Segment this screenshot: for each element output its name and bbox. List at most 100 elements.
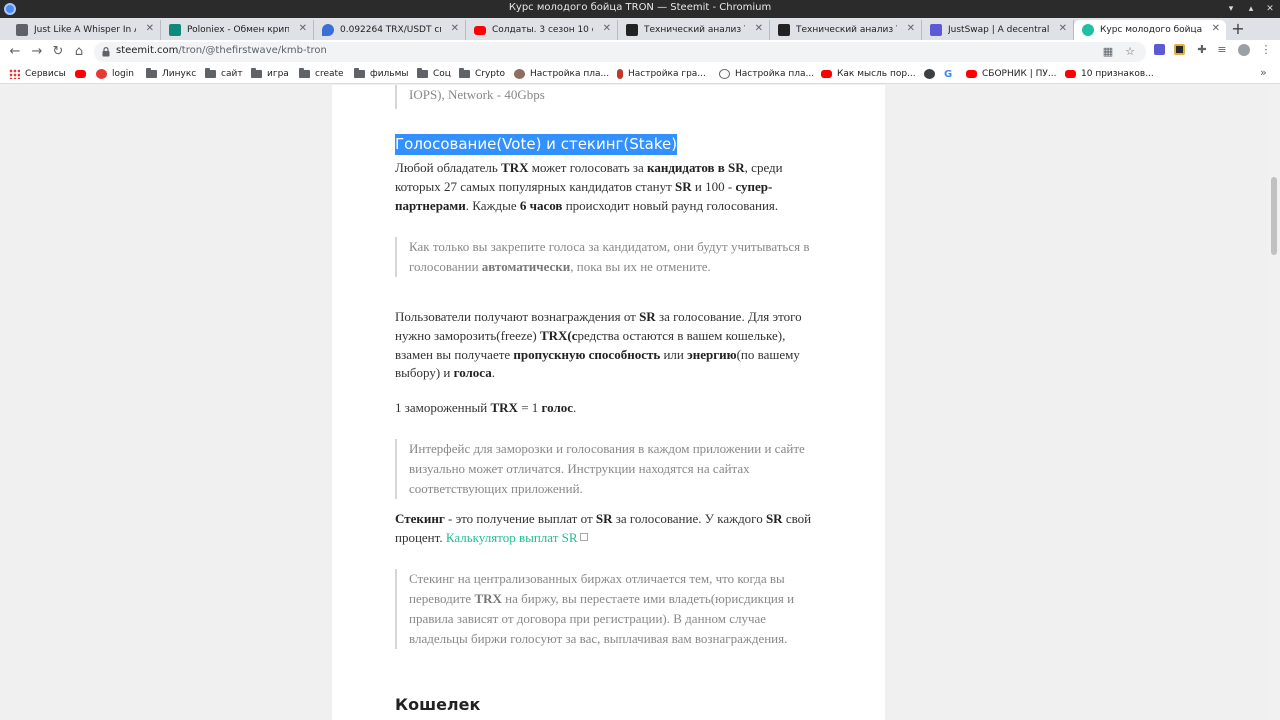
page-viewport: IOPS), Network - 40Gbps Голосование(Vote… xyxy=(0,85,1280,720)
sr-calculator-link[interactable]: Калькулятор выплат SR xyxy=(446,530,578,545)
bookmark-folder-soc[interactable]: Соц xyxy=(417,67,451,81)
bookmark-folder-films[interactable]: фильмы xyxy=(354,67,409,81)
tab-label: Just Like A Whisper In A N xyxy=(34,25,136,35)
tradingview-icon xyxy=(626,24,638,36)
tab-close-icon[interactable]: ✕ xyxy=(451,23,459,34)
tab-3[interactable]: 0.092264 TRX/USDT спот ✕ xyxy=(314,20,466,40)
youtube-icon xyxy=(966,70,977,78)
bookmark-login[interactable]: login xyxy=(96,67,134,81)
tab-close-icon[interactable]: ✕ xyxy=(603,23,611,34)
bookmark-youtube-4[interactable]: 10 признаков... xyxy=(1065,67,1154,81)
bookmark-settings-2[interactable]: Настройка гра... xyxy=(617,67,706,81)
tab-6[interactable]: Технический анализ TRO ✕ xyxy=(770,20,922,40)
bookmarks-bar: Сервисы login Линукс сайт игра create фи… xyxy=(0,64,1280,84)
tab-8-active[interactable]: Курс молодого бойца TR ✕ xyxy=(1074,20,1226,40)
tab-close-icon[interactable]: ✕ xyxy=(146,23,154,34)
tab-4[interactable]: Солдаты. 3 сезон 10 сер ✕ xyxy=(466,20,618,40)
bookmark-label: Настройка гра... xyxy=(628,69,706,79)
fragment-text: IOPS), Network - 40Gbps xyxy=(409,87,545,102)
steemit-icon xyxy=(1082,24,1094,36)
folder-icon xyxy=(251,68,262,78)
tab-label: Технический анализ TRO xyxy=(796,25,897,35)
maximize-icon[interactable]: ▴ xyxy=(1244,2,1258,16)
bookmark-youtube-2[interactable]: Как мысль пор... xyxy=(821,67,916,81)
tab-1[interactable]: Just Like A Whisper In A N ✕ xyxy=(8,20,161,40)
forward-arrow-icon[interactable]: → xyxy=(29,44,45,60)
bookmark-star-icon[interactable]: ☆ xyxy=(1124,46,1136,58)
figure-icon xyxy=(617,69,623,79)
extension-icon-1[interactable] xyxy=(1154,44,1166,56)
extensions-puzzle-icon[interactable]: ✚ xyxy=(1196,44,1208,56)
qr-code-icon[interactable]: ▦ xyxy=(1102,46,1114,58)
address-bar[interactable]: steemit.com/tron/@thefirstwave/kmb-tron … xyxy=(94,42,1146,62)
back-arrow-icon[interactable]: ← xyxy=(7,44,23,60)
m-icon xyxy=(96,69,107,79)
new-tab-button[interactable]: + xyxy=(1230,21,1246,37)
url-path: /tron/@thefirstwave/kmb-tron xyxy=(178,45,327,56)
section-heading-vote-stake: Голосование(Vote) и стекинг(Stake) xyxy=(395,134,678,155)
tab-2[interactable]: Poloniex - Обмен крипто ✕ xyxy=(161,20,314,40)
tab-favicon-icon xyxy=(322,24,334,36)
browser-toolbar: ← → ↻ ⌂ steemit.com/tron/@thefirstwave/k… xyxy=(0,40,1280,64)
bookmark-label: login xyxy=(112,69,134,79)
profile-avatar-icon[interactable] xyxy=(1238,44,1250,56)
menu-kebab-icon[interactable]: ⋮ xyxy=(1260,44,1272,56)
bookmark-folder-crypto[interactable]: Crypto xyxy=(459,67,505,81)
extension-icon-2[interactable] xyxy=(1174,44,1186,56)
bookmark-google[interactable]: G xyxy=(944,67,952,81)
bookmark-folder-create[interactable]: create xyxy=(299,67,344,81)
tab-label: Технический анализ TRO xyxy=(644,25,745,35)
scrollbar-thumb[interactable] xyxy=(1271,177,1277,255)
tab-strip: Just Like A Whisper In A N ✕ Poloniex - … xyxy=(0,18,1280,40)
playlist-icon[interactable]: ≡ xyxy=(1216,44,1228,56)
minimize-icon[interactable]: ▾ xyxy=(1224,2,1238,16)
bookmark-folder-game[interactable]: игра xyxy=(251,67,289,81)
tab-close-icon[interactable]: ✕ xyxy=(907,23,915,34)
article-body: IOPS), Network - 40Gbps Голосование(Vote… xyxy=(332,85,885,720)
tab-close-icon[interactable]: ✕ xyxy=(755,23,763,34)
tab-close-icon[interactable]: ✕ xyxy=(1059,23,1067,34)
folder-icon xyxy=(205,68,216,78)
home-icon[interactable]: ⌂ xyxy=(71,44,87,60)
tab-close-icon[interactable]: ✕ xyxy=(299,23,307,34)
bookmark-label: Сервисы xyxy=(25,69,66,79)
tab-7[interactable]: JustSwap | A decentralize ✕ xyxy=(922,20,1074,40)
tab-5[interactable]: Технический анализ TRO ✕ xyxy=(618,20,770,40)
bookmark-youtube-3[interactable]: СБОРНИК | ПУ... xyxy=(966,67,1056,81)
external-link-icon xyxy=(579,532,588,541)
tab-close-icon[interactable]: ✕ xyxy=(1212,23,1220,34)
close-window-icon[interactable]: ✕ xyxy=(1263,2,1277,16)
page-scrollbar[interactable] xyxy=(1268,85,1280,720)
gear-icon xyxy=(719,69,730,79)
bookmark-label: Настройка пла... xyxy=(530,69,610,79)
bookmark-globe[interactable] xyxy=(924,67,940,81)
blockquote-auto-votes: Как только вы закрепите голоса за кандид… xyxy=(395,237,815,277)
justswap-icon xyxy=(930,24,942,36)
globe-icon xyxy=(924,69,935,79)
paragraph-rewards: Пользователи получают вознаграждения от … xyxy=(395,309,802,381)
youtube-icon xyxy=(821,70,832,78)
bookmark-label: СБОРНИК | ПУ... xyxy=(982,69,1057,79)
bookmark-settings-1[interactable]: Настройка пла... xyxy=(514,67,609,81)
bookmark-services[interactable]: Сервисы xyxy=(9,67,66,81)
paragraph-staking: Стекинг - это получение выплат от SR за … xyxy=(395,511,812,545)
folder-icon xyxy=(459,68,470,78)
bookmark-label: 10 признаков... xyxy=(1081,69,1154,79)
bookmark-folder-site[interactable]: сайт xyxy=(205,67,243,81)
bookmark-folder-linux[interactable]: Линукс xyxy=(146,67,196,81)
reload-icon[interactable]: ↻ xyxy=(50,44,66,60)
paragraph-trx-vote-ratio: 1 замороженный TRX = 1 голос. xyxy=(395,400,577,415)
youtube-icon xyxy=(1065,70,1076,78)
bookmark-label: Линукс xyxy=(162,69,197,79)
bookmark-youtube[interactable] xyxy=(75,67,91,81)
bookmark-label: Как мысль пор... xyxy=(837,69,916,79)
window-titlebar: Курс молодого бойца TRON — Steemit - Chr… xyxy=(0,0,1280,18)
bookmark-settings-3[interactable]: Настройка пла... xyxy=(719,67,814,81)
bookmarks-overflow-icon[interactable]: » xyxy=(1260,66,1267,79)
lock-icon xyxy=(102,47,110,57)
tab-label: JustSwap | A decentralize xyxy=(948,25,1049,35)
bookmark-label: create xyxy=(315,69,344,79)
blockquote-centralized-exchanges: Стекинг на централизованных биржах отлич… xyxy=(395,569,815,649)
bookmark-label: Соц xyxy=(433,69,451,79)
top-fragment: IOPS), Network - 40Gbps xyxy=(395,85,815,109)
